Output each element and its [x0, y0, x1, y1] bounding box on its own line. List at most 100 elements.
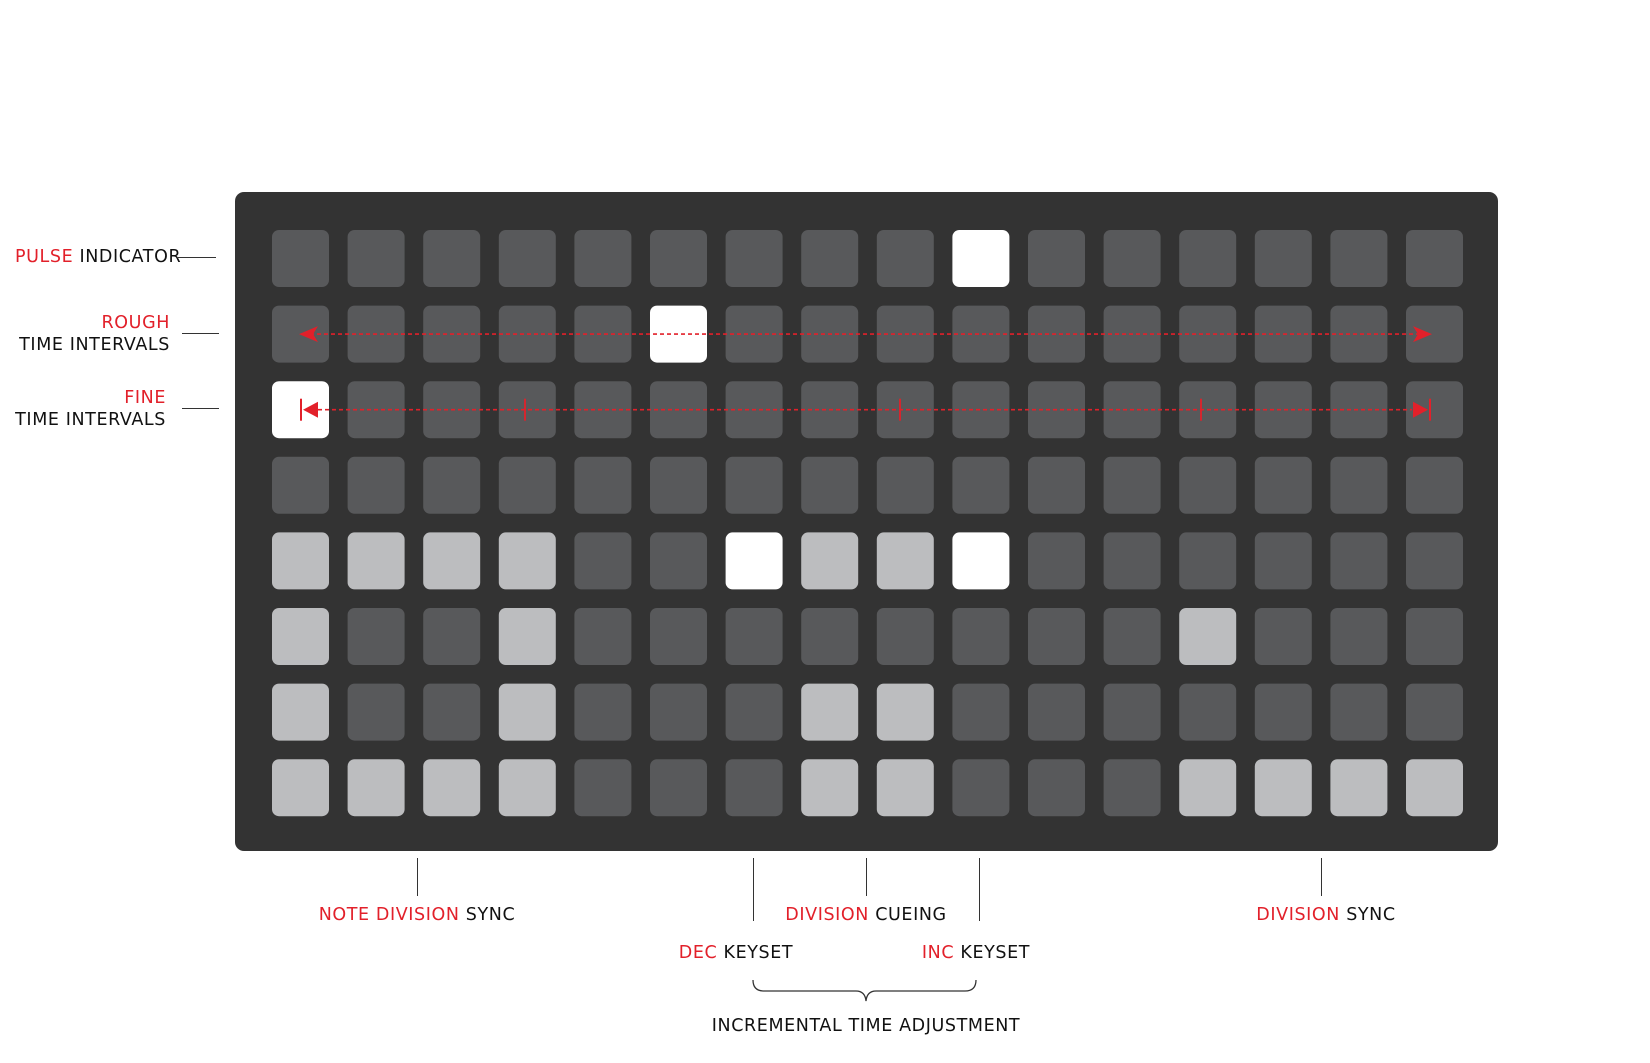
- grid-key[interactable]: [498, 608, 556, 665]
- grid-key[interactable]: [272, 759, 329, 817]
- grid-key[interactable]: [1406, 683, 1463, 741]
- grid-key[interactable]: [725, 759, 783, 817]
- grid-key[interactable]: [272, 608, 329, 665]
- grid-key[interactable]: [423, 230, 481, 287]
- grid-key[interactable]: [1406, 305, 1463, 363]
- grid-key[interactable]: [498, 759, 556, 817]
- grid-key[interactable]: [498, 683, 556, 741]
- grid-key[interactable]: [952, 532, 1010, 590]
- grid-key[interactable]: [1406, 230, 1463, 287]
- grid-key[interactable]: [272, 683, 329, 741]
- grid-key[interactable]: [1330, 608, 1388, 665]
- grid-key[interactable]: [1028, 683, 1085, 741]
- grid-key[interactable]: [952, 759, 1010, 817]
- grid-key[interactable]: [1103, 230, 1161, 287]
- grid-key[interactable]: [952, 456, 1010, 514]
- grid-key[interactable]: [725, 608, 783, 665]
- grid-key[interactable]: [1254, 532, 1312, 590]
- grid-key[interactable]: [876, 456, 934, 514]
- grid-key[interactable]: [272, 456, 329, 514]
- grid-key[interactable]: [725, 532, 783, 590]
- grid-key[interactable]: [574, 230, 632, 287]
- grid-key[interactable]: [1254, 456, 1312, 514]
- grid-key[interactable]: [1406, 532, 1463, 590]
- grid-key[interactable]: [876, 683, 934, 741]
- grid-key[interactable]: [1028, 456, 1085, 514]
- grid-key[interactable]: [272, 532, 329, 590]
- grid-key[interactable]: [423, 608, 481, 665]
- grid-key[interactable]: [650, 456, 707, 514]
- grid-key[interactable]: [423, 683, 481, 741]
- grid-key[interactable]: [1179, 230, 1237, 287]
- grid-key[interactable]: [1103, 532, 1161, 590]
- grid-key[interactable]: [498, 230, 556, 287]
- grid-key[interactable]: [725, 456, 783, 514]
- grid-key[interactable]: [347, 532, 405, 590]
- grid-key[interactable]: [1330, 759, 1388, 817]
- grid-key[interactable]: [347, 759, 405, 817]
- grid-key[interactable]: [1028, 532, 1085, 590]
- grid-key[interactable]: [1179, 532, 1237, 590]
- grid-key[interactable]: [952, 608, 1010, 665]
- grid-key[interactable]: [1330, 456, 1388, 514]
- grid-key[interactable]: [801, 532, 859, 590]
- grid-key[interactable]: [650, 683, 707, 741]
- grid-key[interactable]: [1254, 683, 1312, 741]
- grid-key[interactable]: [725, 683, 783, 741]
- grid-key[interactable]: [498, 456, 556, 514]
- grid-key[interactable]: [801, 230, 859, 287]
- grid-key[interactable]: [876, 759, 934, 817]
- grid-key[interactable]: [1406, 759, 1463, 817]
- grid-key[interactable]: [1254, 759, 1312, 817]
- grid-key[interactable]: [725, 230, 783, 287]
- grid-key[interactable]: [272, 230, 329, 287]
- grid-key[interactable]: [423, 759, 481, 817]
- grid-key[interactable]: [650, 532, 707, 590]
- grid-key[interactable]: [1330, 305, 1388, 363]
- grid-key[interactable]: [1330, 683, 1388, 741]
- grid-key[interactable]: [876, 608, 934, 665]
- grid-key[interactable]: [1103, 456, 1161, 514]
- grid-key[interactable]: [1179, 759, 1237, 817]
- grid-key[interactable]: [574, 532, 632, 590]
- grid-key[interactable]: [801, 608, 859, 665]
- grid-key[interactable]: [650, 608, 707, 665]
- grid-key[interactable]: [1179, 456, 1237, 514]
- grid-key[interactable]: [1179, 608, 1237, 665]
- grid-key[interactable]: [801, 456, 859, 514]
- grid-key[interactable]: [1406, 456, 1463, 514]
- grid-key[interactable]: [952, 305, 1010, 363]
- grid-key[interactable]: [1254, 230, 1312, 287]
- grid-key[interactable]: [952, 230, 1010, 287]
- grid-key[interactable]: [952, 683, 1010, 741]
- grid-key[interactable]: [1103, 683, 1161, 741]
- grid-key[interactable]: [1330, 532, 1388, 590]
- grid-key[interactable]: [876, 230, 934, 287]
- grid-key[interactable]: [1103, 759, 1161, 817]
- grid-key[interactable]: [1179, 683, 1237, 741]
- grid-key[interactable]: [801, 759, 859, 817]
- grid-key[interactable]: [574, 683, 632, 741]
- grid-key[interactable]: [423, 532, 481, 590]
- grid-key[interactable]: [347, 230, 405, 287]
- grid-key[interactable]: [347, 683, 405, 741]
- grid-key[interactable]: [1028, 230, 1085, 287]
- grid-key[interactable]: [498, 532, 556, 590]
- grid-key[interactable]: [1330, 230, 1388, 287]
- grid-key[interactable]: [423, 456, 481, 514]
- grid-key[interactable]: [574, 759, 632, 817]
- grid-key[interactable]: [650, 230, 707, 287]
- grid-key[interactable]: [574, 305, 632, 363]
- grid-key[interactable]: [801, 683, 859, 741]
- grid-key[interactable]: [574, 608, 632, 665]
- grid-key[interactable]: [1254, 608, 1312, 665]
- grid-key[interactable]: [1028, 608, 1085, 665]
- grid-key[interactable]: [347, 456, 405, 514]
- grid-key[interactable]: [1406, 608, 1463, 665]
- grid-key[interactable]: [1103, 608, 1161, 665]
- grid-key[interactable]: [574, 456, 632, 514]
- grid-key[interactable]: [1028, 759, 1085, 817]
- grid-key[interactable]: [347, 608, 405, 665]
- grid-key[interactable]: [650, 759, 707, 817]
- grid-key[interactable]: [876, 532, 934, 590]
